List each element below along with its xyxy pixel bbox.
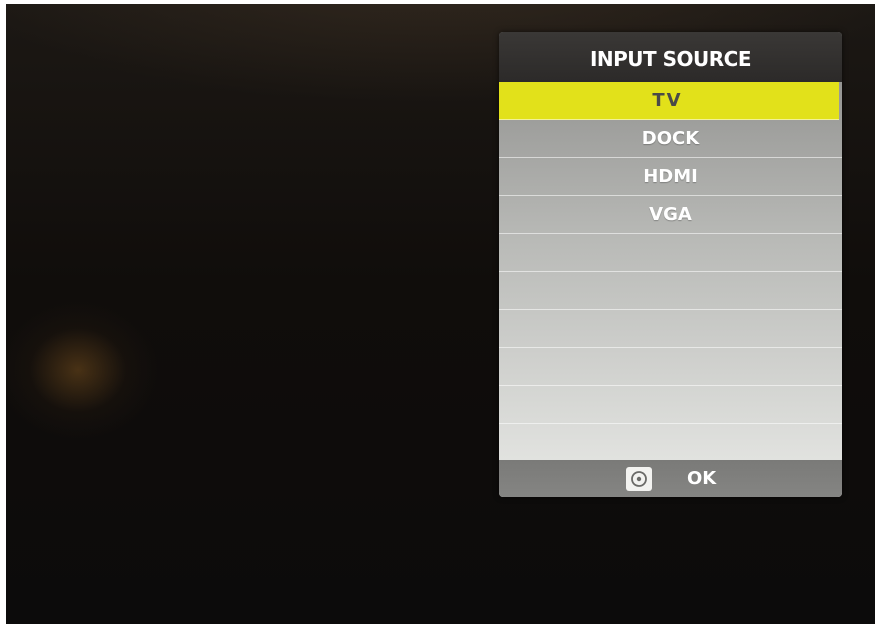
menu-list: TV DOCK HDMI VGA — [499, 82, 842, 462]
menu-item-dock[interactable]: DOCK — [499, 120, 842, 158]
menu-item-label: DOCK — [641, 128, 700, 149]
menu-item-empty — [499, 272, 842, 310]
menu-item-hdmi[interactable]: HDMI — [499, 158, 842, 196]
circle-dot-icon[interactable] — [626, 467, 652, 491]
menu-item-empty — [499, 310, 842, 348]
menu-item-vga[interactable]: VGA — [499, 196, 842, 234]
menu-title: INPUT SOURCE — [499, 32, 842, 82]
ok-label[interactable]: OK — [687, 460, 716, 497]
input-source-menu: INPUT SOURCE TV DOCK HDMI VGA OK — [499, 32, 842, 497]
menu-item-label: TV — [652, 90, 683, 111]
menu-item-empty — [499, 386, 842, 424]
menu-item-empty — [499, 424, 842, 462]
menu-footer: OK — [499, 460, 842, 497]
menu-item-empty — [499, 234, 842, 272]
tv-display: INPUT SOURCE TV DOCK HDMI VGA OK — [6, 4, 875, 624]
menu-item-empty — [499, 348, 842, 386]
menu-item-label: VGA — [649, 204, 692, 225]
photo-frame: INPUT SOURCE TV DOCK HDMI VGA OK — [0, 0, 879, 630]
menu-item-label: HDMI — [643, 166, 698, 187]
menu-item-tv[interactable]: TV — [499, 82, 839, 120]
